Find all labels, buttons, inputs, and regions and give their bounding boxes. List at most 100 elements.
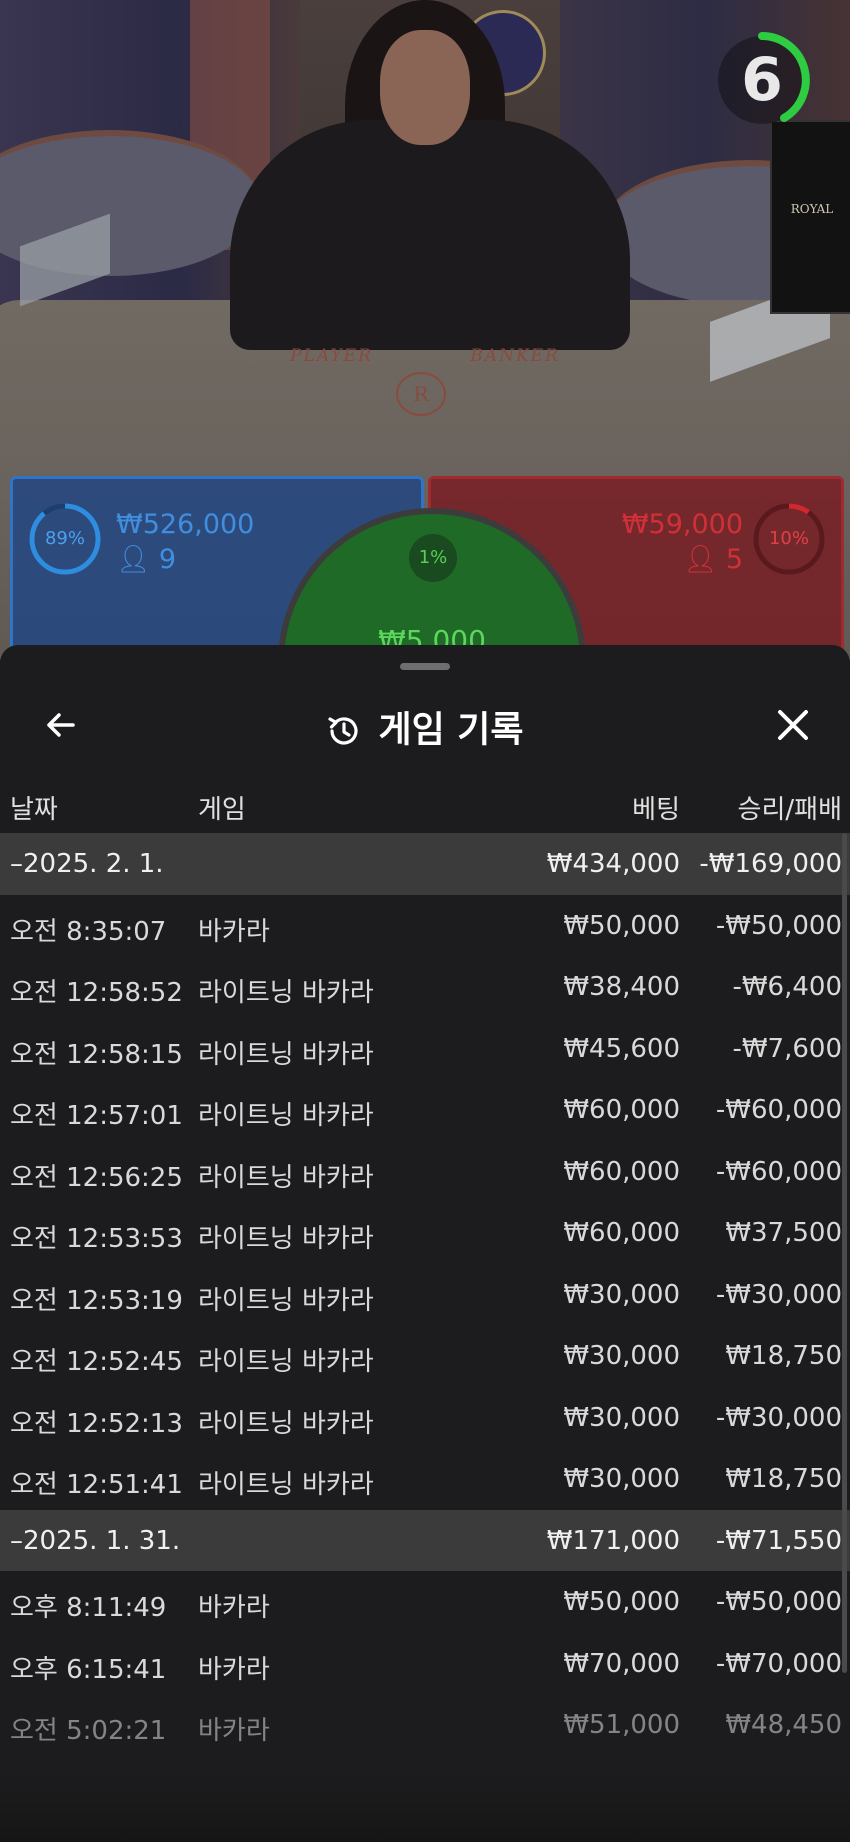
row-time: 오전 12:56:25 [10,1162,183,1193]
row-time: 오전 12:57:01 [10,1101,183,1131]
tie-percent: 1% [409,534,457,582]
banker-bettor-count: 👤︎ 5 [682,544,743,575]
row-win-loss: -₩30,000 [715,1279,842,1310]
sheet-header: 게임 기록 [0,685,850,775]
row-time: 오전 12:53:19 [10,1285,183,1316]
table-row[interactable]: 오후 6:15:41 바카라 ₩70,000 -₩70,000 [0,1633,850,1695]
row-time: 오후 6:15:41 [10,1654,167,1685]
row-win-loss: ₩37,500 [725,1218,842,1248]
table-row[interactable]: 오전 12:58:52 라이트닝 바카라 ₩38,400 -₩6,400 [0,956,850,1018]
row-game: 바카라 [198,1593,270,1623]
row-bet: ₩60,000 [563,1156,680,1187]
countdown-timer: 6 [712,30,812,130]
row-time: 오전 12:53:53 [10,1224,183,1254]
row-game: 라이트닝 바카라 [198,1162,374,1193]
table-bet-labels: PLAYER BANKER [0,346,850,366]
timer-value: 6 [741,45,783,115]
row-time: 오전 5:02:21 [10,1716,167,1746]
row-bet: ₩30,000 [563,1341,680,1371]
row-game: 라이트닝 바카라 [198,1347,374,1377]
row-time: 오전 8:35:07 [10,916,167,947]
table-row[interactable]: 오전 12:53:53 라이트닝 바카라 ₩60,000 ₩37,500 [0,1202,850,1264]
row-bet: ₩45,600 [563,1033,680,1064]
row-win-loss: -₩60,000 [715,1156,842,1187]
row-game: 라이트닝 바카라 [198,1224,374,1254]
table-header: 날짜 게임 베팅 승리/패배 [0,779,850,829]
history-icon [328,716,359,744]
sheet-title: 게임 기록 [378,709,524,751]
row-bet: ₩70,000 [563,1648,680,1679]
row-bet: ₩30,000 [563,1279,680,1310]
date-group-row[interactable]: –2025. 1. 31. ₩171,000 -₩71,550 [0,1509,850,1571]
row-game: 라이트닝 바카라 [198,1101,374,1131]
row-game: 라이트닝 바카라 [198,1285,374,1316]
table-row[interactable]: 오전 5:02:21 바카라 ₩51,000 ₩48,450 [0,1694,850,1756]
row-win-loss: -₩7,600 [732,1033,842,1064]
row-game: 바카라 [198,1716,270,1746]
group-bet-total: ₩434,000 [546,849,680,879]
player-percent-ring: 89% [27,501,103,577]
row-win-loss: ₩18,750 [725,1464,842,1494]
table-row[interactable]: 오후 8:11:49 바카라 ₩50,000 -₩50,000 [0,1571,850,1633]
row-time: 오전 12:52:45 [10,1347,183,1377]
row-game: 바카라 [198,916,270,947]
row-bet: ₩30,000 [563,1464,680,1494]
row-bet: ₩60,000 [563,1218,680,1248]
player-bettor-count: 👤︎ 9 [116,544,177,575]
live-video-stage: ROYAL PLAYER BANKER R 6 89% ₩526,000 👤︎ … [0,0,850,660]
table-row[interactable]: 오전 12:56:25 라이트닝 바카라 ₩60,000 -₩60,000 [0,1141,850,1203]
dealer-face [380,30,470,145]
row-win-loss: ₩18,750 [725,1341,842,1371]
row-bet: ₩51,000 [563,1710,680,1740]
group-win-loss-total: -₩71,550 [715,1525,842,1556]
table-row[interactable]: 오전 12:52:13 라이트닝 바카라 ₩30,000 -₩30,000 [0,1387,850,1449]
row-bet: ₩30,000 [563,1402,680,1433]
row-game: 라이트닝 바카라 [198,978,374,1008]
column-header-game: 게임 [198,795,246,825]
scrollbar[interactable] [842,833,847,1673]
sheet-drag-handle[interactable] [400,663,450,670]
banker-percent: 10% [768,528,809,549]
group-date: –2025. 1. 31. [10,1525,181,1556]
row-game: 라이트닝 바카라 [198,1470,374,1500]
table-label-banker: BANKER [470,346,560,366]
row-time: 오전 12:58:52 [10,978,183,1008]
row-win-loss: -₩70,000 [715,1648,842,1679]
column-header-win-loss: 승리/패배 [737,795,842,825]
row-time: 오전 12:58:15 [10,1039,183,1070]
row-time: 오후 8:11:49 [10,1593,167,1623]
row-bet: ₩60,000 [563,1095,680,1125]
history-table-body: –2025. 2. 1. ₩434,000 -₩169,000 오전 8:35:07 바… [0,833,850,1756]
date-group-row[interactable]: –2025. 2. 1. ₩434,000 -₩169,000 [0,833,850,895]
row-game: 바카라 [198,1654,270,1685]
back-button[interactable] [36,705,86,755]
group-bet-total: ₩171,000 [546,1525,680,1556]
row-game: 라이트닝 바카라 [198,1408,374,1439]
row-win-loss: -₩6,400 [732,972,842,1002]
tournament-card: ROYAL [770,120,850,314]
row-win-loss: ₩48,450 [725,1710,842,1740]
table-row[interactable]: 오전 12:51:41 라이트닝 바카라 ₩30,000 ₩18,750 [0,1448,850,1510]
close-icon [778,710,808,740]
row-bet: ₩50,000 [563,1587,680,1617]
player-percent: 89% [44,528,85,549]
banker-total-amount: ₩59,000 [621,509,743,540]
dealer-body [230,120,630,350]
table-row[interactable]: 오전 12:53:19 라이트닝 바카라 ₩30,000 -₩30,000 [0,1264,850,1326]
table-row[interactable]: 오전 12:58:15 라이트닝 바카라 ₩45,600 -₩7,600 [0,1018,850,1080]
column-header-bet: 베팅 [632,795,680,825]
row-game: 라이트닝 바카라 [198,1039,374,1070]
row-win-loss: -₩60,000 [715,1095,842,1125]
column-header-date: 날짜 [10,795,58,825]
arrow-left-icon [47,713,75,737]
group-date: –2025. 2. 1. [10,849,164,879]
row-bet: ₩50,000 [563,910,680,941]
table-row[interactable]: 오전 12:57:01 라이트닝 바카라 ₩60,000 -₩60,000 [0,1079,850,1141]
row-win-loss: -₩30,000 [715,1402,842,1433]
table-row[interactable]: 오전 12:52:45 라이트닝 바카라 ₩30,000 ₩18,750 [0,1325,850,1387]
table-row[interactable]: 오전 8:35:07 바카라 ₩50,000 -₩50,000 [0,895,850,957]
close-button[interactable] [766,703,820,757]
group-win-loss-total: -₩169,000 [699,849,842,879]
row-time: 오전 12:51:41 [10,1470,183,1500]
user-icon: 👤︎ [116,544,151,575]
